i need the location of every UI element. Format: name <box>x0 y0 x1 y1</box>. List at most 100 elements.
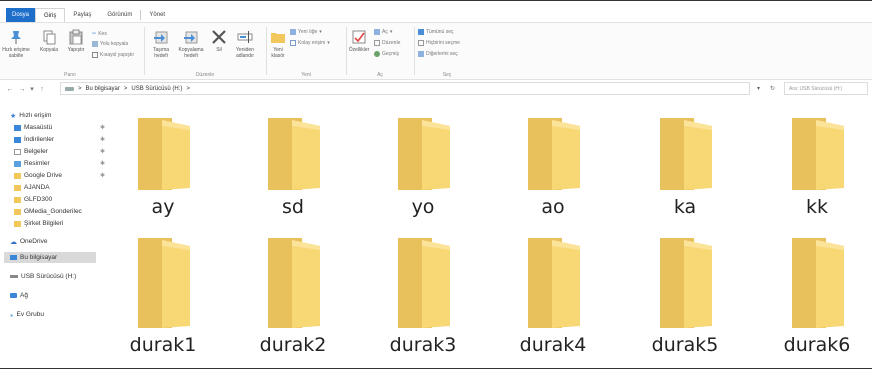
ribbon-divider <box>266 27 267 75</box>
cloud-icon: ☁ <box>10 238 17 246</box>
folder-icon <box>14 208 21 215</box>
select-all-label: Tümünü seç <box>426 29 454 35</box>
nav-usb-drive[interactable]: USB Sürücüsü (H:) <box>10 271 76 282</box>
invert-selection-button[interactable]: Diğerlerini seç <box>418 51 458 57</box>
up-arrow-icon[interactable]: ↑ <box>36 86 48 93</box>
breadcrumb-this-pc[interactable]: Bu bilgisayar <box>86 86 120 92</box>
folder-item[interactable]: durak6 <box>772 236 862 356</box>
easy-access-button[interactable]: Kolay erişim ▾ <box>290 40 330 46</box>
folder-item[interactable]: durak4 <box>508 236 598 356</box>
select-none-label: Hiçbirini seçme <box>426 40 460 46</box>
nav-onedrive-label: OneDrive <box>20 238 48 245</box>
history-label: Geçmiş <box>382 51 399 57</box>
tab-home[interactable]: Giriş <box>35 8 66 22</box>
dropdown-caret-icon: ▾ <box>319 29 322 35</box>
recent-dropdown-icon[interactable]: ▾ <box>28 85 36 93</box>
select-all-button[interactable]: Tümünü seç <box>418 29 454 35</box>
new-item-button[interactable]: Yeni öğe ▾ <box>290 29 322 35</box>
folder-item[interactable]: durak2 <box>248 236 338 356</box>
usb-drive-icon <box>10 275 18 278</box>
open-button[interactable]: Aç ▾ <box>374 29 392 35</box>
folder-item[interactable]: ay <box>118 116 208 218</box>
new-folder-icon <box>271 33 285 43</box>
rename-button[interactable]: Yeniden adlandır <box>230 29 260 59</box>
back-arrow-icon[interactable]: ← <box>4 86 16 93</box>
folder-item[interactable]: ka <box>640 116 730 218</box>
nav-item-pictures[interactable]: Resimler ✱ <box>14 158 105 169</box>
address-dropdown-icon[interactable]: ▾ <box>757 85 760 92</box>
breadcrumb-separator: > <box>123 85 128 92</box>
properties-button[interactable]: Özellikler <box>348 29 370 53</box>
edit-button[interactable]: Düzenle <box>374 40 400 46</box>
nav-item-desktop[interactable]: Masaüstü ✱ <box>14 122 105 133</box>
folder-item[interactable]: ao <box>508 116 598 218</box>
nav-this-pc[interactable]: Bu bilgisayar <box>4 252 96 263</box>
history-button[interactable]: Geçmiş <box>374 51 399 57</box>
select-none-button[interactable]: Hiçbirini seçme <box>418 40 460 46</box>
copy-path-label: Yolu kopyala <box>100 41 129 47</box>
copy-icon <box>43 30 56 45</box>
copy-path-button[interactable]: Yolu kopyala <box>92 41 128 47</box>
copy-to-label: Kopyalama hedefi <box>178 47 204 59</box>
folder-icon <box>528 238 580 328</box>
tab-view[interactable]: Görünüm <box>99 8 140 22</box>
pictures-icon <box>14 160 21 167</box>
nav-network[interactable]: Ağ <box>10 290 28 301</box>
folder-item[interactable]: yo <box>378 116 468 218</box>
nav-onedrive[interactable]: ☁ OneDrive <box>10 236 47 247</box>
group-label-select: Seç <box>442 72 452 78</box>
nav-quick-access[interactable]: ★ Hızlı erişim <box>10 110 51 121</box>
folder-icon <box>398 238 450 328</box>
nav-item-downloads[interactable]: İndirilenler ✱ <box>14 134 105 145</box>
pin-button[interactable]: Hızlı erişime sabitle <box>2 29 30 59</box>
nav-homegroup[interactable]: ⁎ Ev Grubu <box>10 309 44 320</box>
folder-item[interactable]: durak5 <box>640 236 730 356</box>
folder-icon <box>268 118 320 190</box>
tab-file[interactable]: Dosya <box>6 8 36 22</box>
folder-item[interactable]: sd <box>248 116 338 218</box>
cut-button[interactable]: ✂ Kes <box>92 31 107 37</box>
refresh-icon[interactable]: ↻ <box>770 85 775 92</box>
move-to-button[interactable]: Taşıma hedefi <box>148 29 174 59</box>
paste-shortcut-button[interactable]: Kısayol yapıştır <box>92 52 134 58</box>
copy-to-button[interactable]: Kopyalama hedefi <box>176 29 206 59</box>
folder-label: ao <box>541 196 565 218</box>
dropdown-caret-icon: ▾ <box>389 29 393 35</box>
nav-item-ajanda[interactable]: AJANDA <box>14 182 50 193</box>
nav-item-glfd300[interactable]: GLFD300 <box>14 194 52 205</box>
address-bar[interactable]: > Bu bilgisayar > USB Sürücüsü (H:) > <box>60 82 750 95</box>
ribbon-divider <box>144 27 145 75</box>
tab-manage[interactable]: Yönet <box>141 8 173 22</box>
network-icon <box>10 293 17 298</box>
nav-item-sirket-bilgileri[interactable]: Şirket Bilgileri <box>14 218 63 229</box>
paste-button[interactable]: Yapıştır <box>64 29 88 53</box>
delete-button[interactable]: Sil <box>210 29 228 53</box>
copy-path-icon <box>92 41 98 47</box>
nav-item-google-drive[interactable]: Google Drive ✱ <box>14 170 105 181</box>
folder-label: durak6 <box>783 334 851 356</box>
nav-item-documents[interactable]: Belgeler ✱ <box>14 146 105 157</box>
nav-item-label: Google Drive <box>24 172 62 179</box>
paste-icon <box>69 29 83 45</box>
folder-item[interactable]: kk <box>772 116 862 218</box>
folder-item[interactable]: durak1 <box>118 236 208 356</box>
nav-item-gmedia[interactable]: GMedia_Gonderilec <box>14 206 82 217</box>
rename-icon <box>237 31 253 43</box>
invert-selection-icon <box>418 51 424 57</box>
paste-shortcut-icon <box>92 52 98 58</box>
breadcrumb-usb-drive[interactable]: USB Sürücüsü (H:) <box>131 86 182 92</box>
new-folder-button[interactable]: Yeni klasör <box>268 29 288 59</box>
file-list: ay sd yo ao ka kk durak1 durak2 durak3 d… <box>100 100 872 366</box>
edit-label: Düzenle <box>382 40 401 46</box>
search-input[interactable]: Ara: USB Sürücüsü (H:) <box>784 82 868 95</box>
cut-label: Kes <box>98 31 107 37</box>
breadcrumb-separator: > <box>78 85 82 92</box>
forward-arrow-icon[interactable]: → <box>16 86 28 93</box>
copy-button[interactable]: Kopyala <box>38 29 60 53</box>
folder-item[interactable]: durak3 <box>378 236 468 356</box>
folder-label: durak4 <box>519 334 587 356</box>
properties-icon <box>352 30 366 44</box>
folder-label: durak2 <box>259 334 327 356</box>
folder-icon <box>14 184 21 191</box>
tab-share[interactable]: Paylaş <box>65 8 99 22</box>
